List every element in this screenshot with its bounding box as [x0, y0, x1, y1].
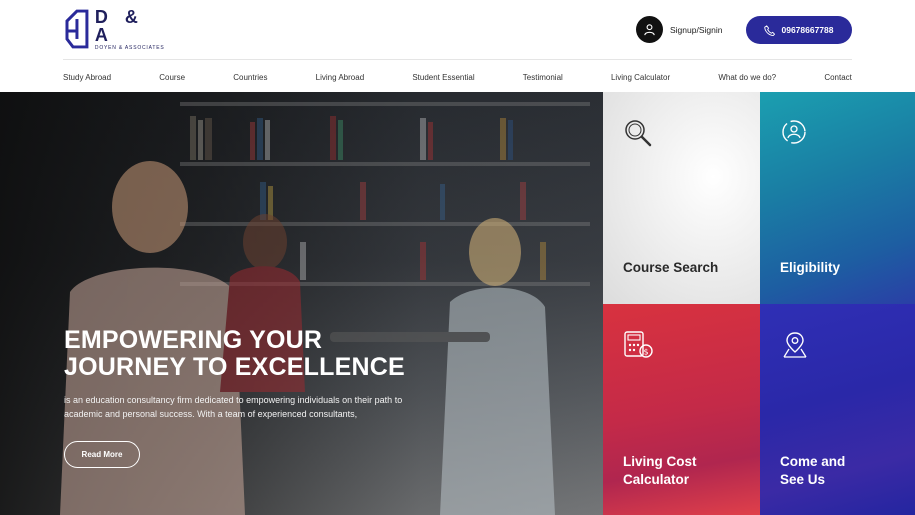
- site-header: D & A DOYEN & ASSOCIATES Signup/Signin 0…: [0, 0, 915, 92]
- hero-content: EMPOWERING YOUR JOURNEY TO EXCELLENCE is…: [64, 327, 444, 468]
- phone-icon: [764, 24, 776, 36]
- signup-label: Signup/Signin: [670, 24, 723, 35]
- tile-living-cost-calculator[interactable]: $ Living Cost Calculator: [603, 304, 760, 515]
- tile-label-line-2: Calculator: [623, 472, 690, 487]
- brand-name: D & A: [94, 6, 144, 45]
- signup-signin-link[interactable]: Signup/Signin: [636, 16, 722, 43]
- nav-contact[interactable]: Contact: [824, 73, 852, 82]
- tile-label: Eligibility: [780, 259, 840, 277]
- user-icon: [636, 16, 663, 43]
- tile-label: Course Search: [623, 259, 718, 277]
- nav-student-essential[interactable]: Student Essential: [412, 73, 474, 82]
- hero-title-line-1: EMPOWERING YOUR: [64, 326, 323, 354]
- tile-label-line-1: Come and: [780, 454, 846, 469]
- map-pin-icon: [783, 332, 807, 358]
- hero-title-line-2: JOURNEY TO EXCELLENCE: [64, 353, 405, 381]
- tile-course-search[interactable]: Course Search: [603, 92, 760, 304]
- tile-label: Living Cost Calculator: [623, 453, 697, 489]
- nav-living-abroad[interactable]: Living Abroad: [316, 73, 364, 82]
- tile-label-line-2: See Us: [780, 472, 826, 487]
- read-more-button[interactable]: Read More: [64, 441, 140, 468]
- tile-label-line-1: Eligibility: [780, 260, 841, 275]
- tile-eligibility[interactable]: Eligibility: [760, 92, 915, 304]
- hero-banner: EMPOWERING YOUR JOURNEY TO EXCELLENCE is…: [0, 92, 603, 515]
- main-nav: Study Abroad Course Countries Living Abr…: [63, 70, 852, 84]
- nav-testimonial[interactable]: Testimonial: [523, 73, 563, 82]
- calculator-icon: $: [624, 331, 653, 358]
- nav-what-do-we-do[interactable]: What do we do?: [718, 73, 776, 82]
- tile-label-line-1: Course Search: [623, 260, 719, 275]
- hero-description: is an education consultancy firm dedicat…: [64, 395, 403, 419]
- logo-mark-icon: [65, 9, 89, 49]
- header-divider: [63, 59, 852, 60]
- tile-come-and-see-us[interactable]: Come and See Us: [760, 304, 915, 515]
- nav-countries[interactable]: Countries: [233, 73, 267, 82]
- tile-label-line-1: Living Cost: [623, 454, 697, 469]
- svg-text:$: $: [643, 348, 648, 357]
- search-icon: [625, 120, 652, 147]
- nav-study-abroad[interactable]: Study Abroad: [63, 73, 111, 82]
- tile-label: Come and See Us: [780, 453, 845, 489]
- logo[interactable]: D & A DOYEN & ASSOCIATES: [63, 8, 173, 50]
- brand-tagline: DOYEN & ASSOCIATES: [94, 44, 165, 51]
- nav-living-calculator[interactable]: Living Calculator: [611, 73, 670, 82]
- nav-course[interactable]: Course: [159, 73, 185, 82]
- hero-title: EMPOWERING YOUR JOURNEY TO EXCELLENCE: [64, 327, 444, 381]
- phone-number: 09678667788: [781, 25, 834, 35]
- eligibility-icon: [782, 120, 806, 144]
- phone-call-button[interactable]: 09678667788: [746, 16, 852, 44]
